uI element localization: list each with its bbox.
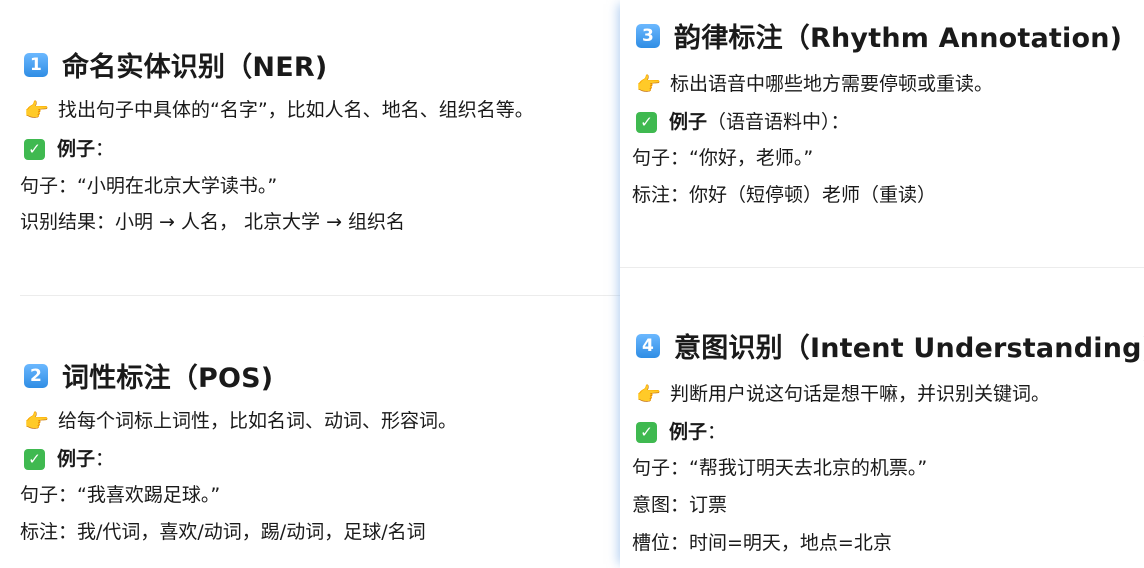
example-line: 句子：“帮我订明天去北京的机票。” bbox=[632, 457, 928, 479]
example-line: 标注：我/代词，喜欢/动词，踢/动词，足球/名词 bbox=[20, 521, 426, 543]
section-description: 👉 判断用户说这句话是想干嘛，并识别关键词。 bbox=[636, 382, 1050, 407]
example-suffix: （语音语料中）： bbox=[707, 111, 850, 133]
section-pos: 2 词性标注（POS) bbox=[24, 356, 273, 395]
number-badge-4-icon: 4 bbox=[636, 333, 660, 358]
example-suffix: ： bbox=[95, 448, 115, 470]
section-description: 👉 找出句子中具体的“名字”，比如人名、地名、组织名等。 bbox=[24, 98, 534, 123]
section-title: 词性标注（POS) bbox=[62, 363, 274, 394]
section-intent: 4 意图识别（Intent Understanding) bbox=[636, 326, 1144, 365]
description-text: 标出语音中哪些地方需要停顿或重读。 bbox=[670, 73, 994, 95]
example-label-row: ✓ 例子 ： bbox=[24, 447, 114, 472]
number-badge-2-icon: 2 bbox=[24, 363, 48, 388]
example-suffix: ： bbox=[707, 421, 727, 443]
example-label-row: ✓ 例子 （语音语料中）： bbox=[636, 110, 850, 135]
example-line: 槽位：时间=明天，地点=北京 bbox=[632, 532, 892, 554]
example-label: 例子 bbox=[57, 448, 96, 470]
number-badge-3-icon: 3 bbox=[636, 23, 660, 48]
example-label-row: ✓ 例子 ： bbox=[636, 420, 726, 445]
example-line: 意图：订票 bbox=[632, 494, 728, 516]
check-mark-icon: ✓ bbox=[24, 139, 45, 160]
pointing-hand-icon: 👉 bbox=[636, 72, 661, 96]
number-badge-1-icon: 1 bbox=[24, 52, 48, 77]
right-panel: 3 韵律标注（Rhythm Annotation) 👉 标出语音中哪些地方需要停… bbox=[620, 0, 1144, 568]
description-text: 给每个词标上词性，比如名词、动词、形容词。 bbox=[58, 410, 458, 432]
example-line: 识别结果：小明 → 人名， 北京大学 → 组织名 bbox=[20, 211, 406, 233]
section-heading: 3 韵律标注（Rhythm Annotation) bbox=[636, 16, 1122, 55]
example-line: 标注：你好（短停顿）老师（重读） bbox=[632, 184, 937, 206]
check-mark-icon: ✓ bbox=[636, 112, 657, 133]
example-label-row: ✓ 例子 ： bbox=[24, 137, 114, 162]
example-line: 句子：“我喜欢踢足球。” bbox=[20, 484, 221, 506]
pointing-hand-icon: 👉 bbox=[24, 409, 49, 433]
section-title: 命名实体识别（NER) bbox=[62, 52, 328, 83]
section-ner: 1 命名实体识别（NER) bbox=[24, 45, 327, 84]
section-description: 👉 标出语音中哪些地方需要停顿或重读。 bbox=[636, 72, 993, 97]
section-rhythm: 3 韵律标注（Rhythm Annotation) bbox=[636, 16, 1122, 55]
section-title: 韵律标注（Rhythm Annotation) bbox=[674, 23, 1123, 54]
section-heading: 4 意图识别（Intent Understanding) bbox=[636, 326, 1144, 365]
section-title: 意图识别（Intent Understanding) bbox=[674, 333, 1144, 364]
example-line: 句子：“你好，老师。” bbox=[632, 147, 814, 169]
pointing-hand-icon: 👉 bbox=[24, 98, 49, 122]
example-label: 例子 bbox=[669, 421, 708, 443]
section-divider-right bbox=[620, 267, 1144, 268]
section-heading: 1 命名实体识别（NER) bbox=[24, 45, 327, 84]
section-divider-left bbox=[20, 295, 620, 296]
example-suffix: ： bbox=[95, 138, 115, 160]
example-label: 例子 bbox=[669, 111, 708, 133]
example-label: 例子 bbox=[57, 138, 96, 160]
example-line: 句子：“小明在北京大学读书。” bbox=[20, 175, 278, 197]
pointing-hand-icon: 👉 bbox=[636, 382, 661, 406]
description-text: 找出句子中具体的“名字”，比如人名、地名、组织名等。 bbox=[58, 99, 534, 121]
check-mark-icon: ✓ bbox=[24, 449, 45, 470]
check-mark-icon: ✓ bbox=[636, 422, 657, 443]
section-heading: 2 词性标注（POS) bbox=[24, 356, 273, 395]
description-text: 判断用户说这句话是想干嘛，并识别关键词。 bbox=[670, 383, 1051, 405]
section-description: 👉 给每个词标上词性，比如名词、动词、形容词。 bbox=[24, 409, 457, 434]
